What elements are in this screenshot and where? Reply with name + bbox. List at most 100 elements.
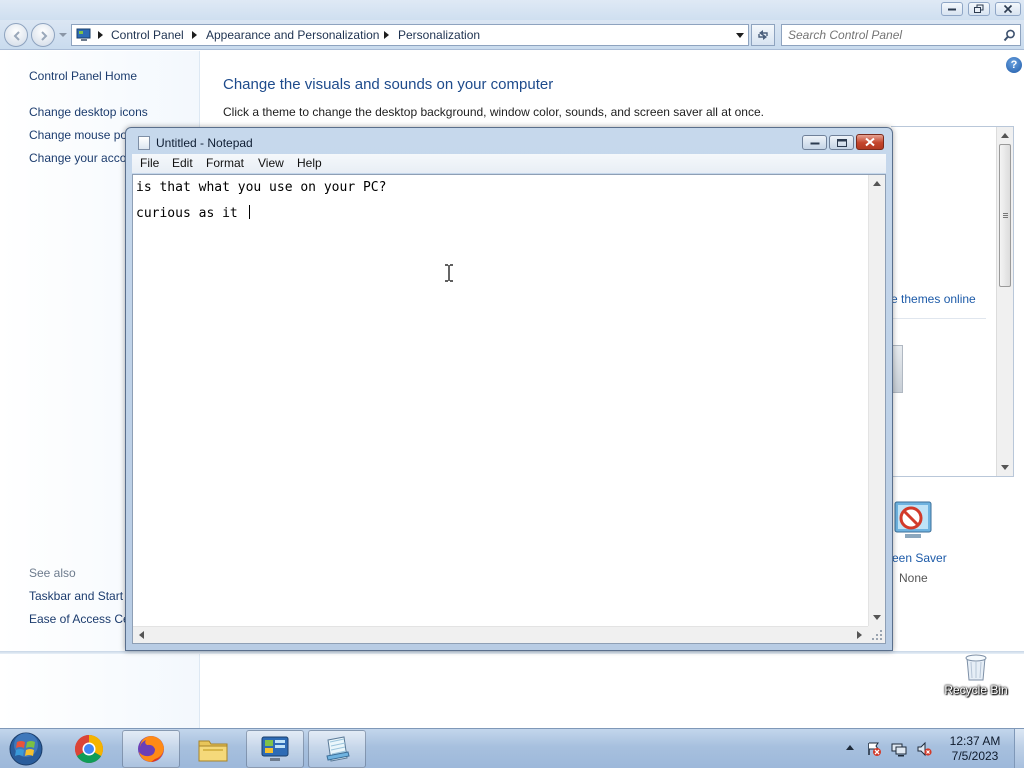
notepad-window: Untitled - Notepad File Edit Format View… bbox=[125, 127, 893, 651]
menu-bar: File Edit Format View Help bbox=[132, 154, 886, 173]
page-title: Change the visuals and sounds on your co… bbox=[223, 76, 554, 93]
cp-restore-button[interactable] bbox=[968, 2, 990, 16]
file-explorer-icon bbox=[198, 740, 228, 762]
horizontal-scrollbar[interactable] bbox=[133, 626, 868, 643]
network-icon[interactable] bbox=[891, 741, 907, 757]
back-arrow-icon bbox=[13, 31, 20, 41]
firefox-icon bbox=[138, 736, 164, 762]
see-also-heading: See also bbox=[29, 566, 76, 580]
scroll-down-icon[interactable] bbox=[1001, 465, 1009, 470]
taskbar-control-panel[interactable] bbox=[246, 730, 304, 768]
change-mouse-pointers-link[interactable]: Change mouse po bbox=[29, 128, 127, 142]
get-more-themes-link[interactable]: e themes online bbox=[891, 292, 976, 306]
notepad-icon[interactable] bbox=[138, 136, 150, 150]
search-icon[interactable] bbox=[1003, 29, 1016, 42]
breadcrumb-separator-icon[interactable] bbox=[192, 31, 197, 39]
menu-edit[interactable]: Edit bbox=[172, 156, 193, 170]
back-button[interactable] bbox=[4, 23, 28, 47]
menu-format[interactable]: Format bbox=[206, 156, 244, 170]
menu-file[interactable]: File bbox=[140, 156, 159, 170]
maximize-icon bbox=[836, 138, 847, 147]
action-center-icon[interactable] bbox=[866, 741, 882, 757]
clock-time: 12:37 AM bbox=[949, 734, 1001, 748]
refresh-button[interactable] bbox=[751, 24, 775, 46]
text-caret bbox=[249, 205, 250, 219]
forward-arrow-icon bbox=[41, 31, 48, 41]
taskbar-file-explorer[interactable] bbox=[184, 730, 242, 768]
taskbar-chrome[interactable] bbox=[60, 730, 118, 768]
taskbar: 12:37 AM 7/5/2023 bbox=[0, 728, 1024, 768]
breadcrumb-separator-icon bbox=[98, 31, 103, 39]
recycle-bin-label: Recycle Bin bbox=[944, 683, 1008, 697]
search-input[interactable] bbox=[788, 27, 998, 43]
theme-list[interactable]: e themes online bbox=[891, 126, 1014, 477]
control-panel-icon bbox=[261, 736, 289, 761]
scroll-up-icon[interactable] bbox=[873, 181, 881, 186]
grip-icon bbox=[1003, 213, 1008, 214]
notepad-maximize-button[interactable] bbox=[829, 135, 854, 150]
breadcrumb-appearance[interactable]: Appearance and Personalization bbox=[206, 28, 379, 42]
recycle-bin-icon bbox=[965, 654, 987, 681]
breadcrumb-personalization[interactable]: Personalization bbox=[398, 28, 480, 42]
refresh-icon bbox=[758, 30, 768, 40]
notepad-edit-area[interactable]: is that what you use on your PC? curious… bbox=[132, 174, 886, 644]
control-panel-titlebar bbox=[0, 0, 1024, 20]
vertical-scrollbar[interactable] bbox=[868, 175, 885, 626]
screen-saver-value: None bbox=[899, 571, 928, 585]
breadcrumb-separator-icon[interactable] bbox=[384, 31, 389, 39]
minimize-icon bbox=[810, 142, 819, 144]
grip-dots-icon bbox=[872, 630, 882, 640]
chrome-icon bbox=[75, 735, 103, 763]
theme-list-scrollbar[interactable] bbox=[996, 127, 1013, 476]
scrollbar-thumb[interactable] bbox=[999, 144, 1011, 287]
notepad-text[interactable]: is that what you use on your PC? curious… bbox=[136, 175, 861, 625]
chevron-down-icon[interactable] bbox=[736, 33, 744, 38]
resize-grip-icon[interactable] bbox=[868, 626, 885, 643]
close-icon bbox=[865, 137, 875, 147]
clock-date: 7/5/2023 bbox=[951, 749, 999, 763]
notepad-close-button[interactable] bbox=[856, 134, 884, 150]
ease-of-access-link[interactable]: Ease of Access Cer bbox=[29, 612, 134, 626]
notepad-titlebar[interactable]: Untitled - Notepad bbox=[126, 128, 892, 156]
menu-view[interactable]: View bbox=[258, 156, 284, 170]
forward-button[interactable] bbox=[31, 23, 55, 47]
recent-pages-dropdown-icon[interactable] bbox=[58, 30, 68, 40]
volume-muted-icon[interactable] bbox=[916, 741, 932, 757]
search-box[interactable] bbox=[781, 24, 1021, 46]
scroll-up-icon[interactable] bbox=[1001, 133, 1009, 138]
cp-minimize-button[interactable] bbox=[941, 2, 963, 16]
breadcrumb-control-panel[interactable]: Control Panel bbox=[111, 28, 184, 42]
taskbar-start-menu-link[interactable]: Taskbar and Start I bbox=[29, 589, 130, 603]
window-bottom-border bbox=[0, 651, 1024, 654]
page-subtitle: Click a theme to change the desktop back… bbox=[223, 105, 764, 119]
help-icon[interactable]: ? bbox=[1006, 57, 1022, 73]
system-clock[interactable]: 12:37 AM 7/5/2023 bbox=[940, 734, 1010, 764]
menu-help[interactable]: Help bbox=[297, 156, 322, 170]
restore-icon bbox=[974, 4, 984, 13]
recycle-bin[interactable]: Recycle Bin bbox=[944, 650, 1008, 710]
screen-saver-icon[interactable] bbox=[889, 496, 937, 544]
control-panel-icon bbox=[76, 28, 91, 41]
show-desktop-button[interactable] bbox=[1014, 729, 1024, 768]
taskbar-notepad[interactable] bbox=[308, 730, 366, 768]
screen-saver-link[interactable]: reen Saver bbox=[888, 551, 947, 565]
notepad-minimize-button[interactable] bbox=[802, 135, 827, 150]
scroll-down-icon[interactable] bbox=[873, 615, 881, 620]
taskbar-firefox[interactable] bbox=[122, 730, 180, 768]
notepad-icon bbox=[326, 736, 350, 762]
start-button[interactable] bbox=[6, 731, 46, 767]
theme-divider bbox=[891, 318, 986, 319]
close-icon bbox=[1003, 4, 1013, 14]
change-account-picture-link[interactable]: Change your acco bbox=[29, 151, 126, 165]
navigation-bar: Control Panel Appearance and Personaliza… bbox=[0, 20, 1024, 50]
change-desktop-icons-link[interactable]: Change desktop icons bbox=[29, 105, 148, 119]
minimize-icon bbox=[948, 8, 956, 11]
notepad-title: Untitled - Notepad bbox=[156, 136, 253, 150]
address-bar[interactable]: Control Panel Appearance and Personaliza… bbox=[71, 24, 749, 46]
cp-close-button[interactable] bbox=[995, 2, 1021, 16]
scroll-right-icon[interactable] bbox=[857, 631, 862, 639]
show-hidden-icons-icon[interactable] bbox=[846, 745, 854, 750]
ibeam-cursor-icon bbox=[445, 264, 453, 282]
control-panel-home-link[interactable]: Control Panel Home bbox=[29, 69, 137, 83]
scroll-left-icon[interactable] bbox=[139, 631, 144, 639]
